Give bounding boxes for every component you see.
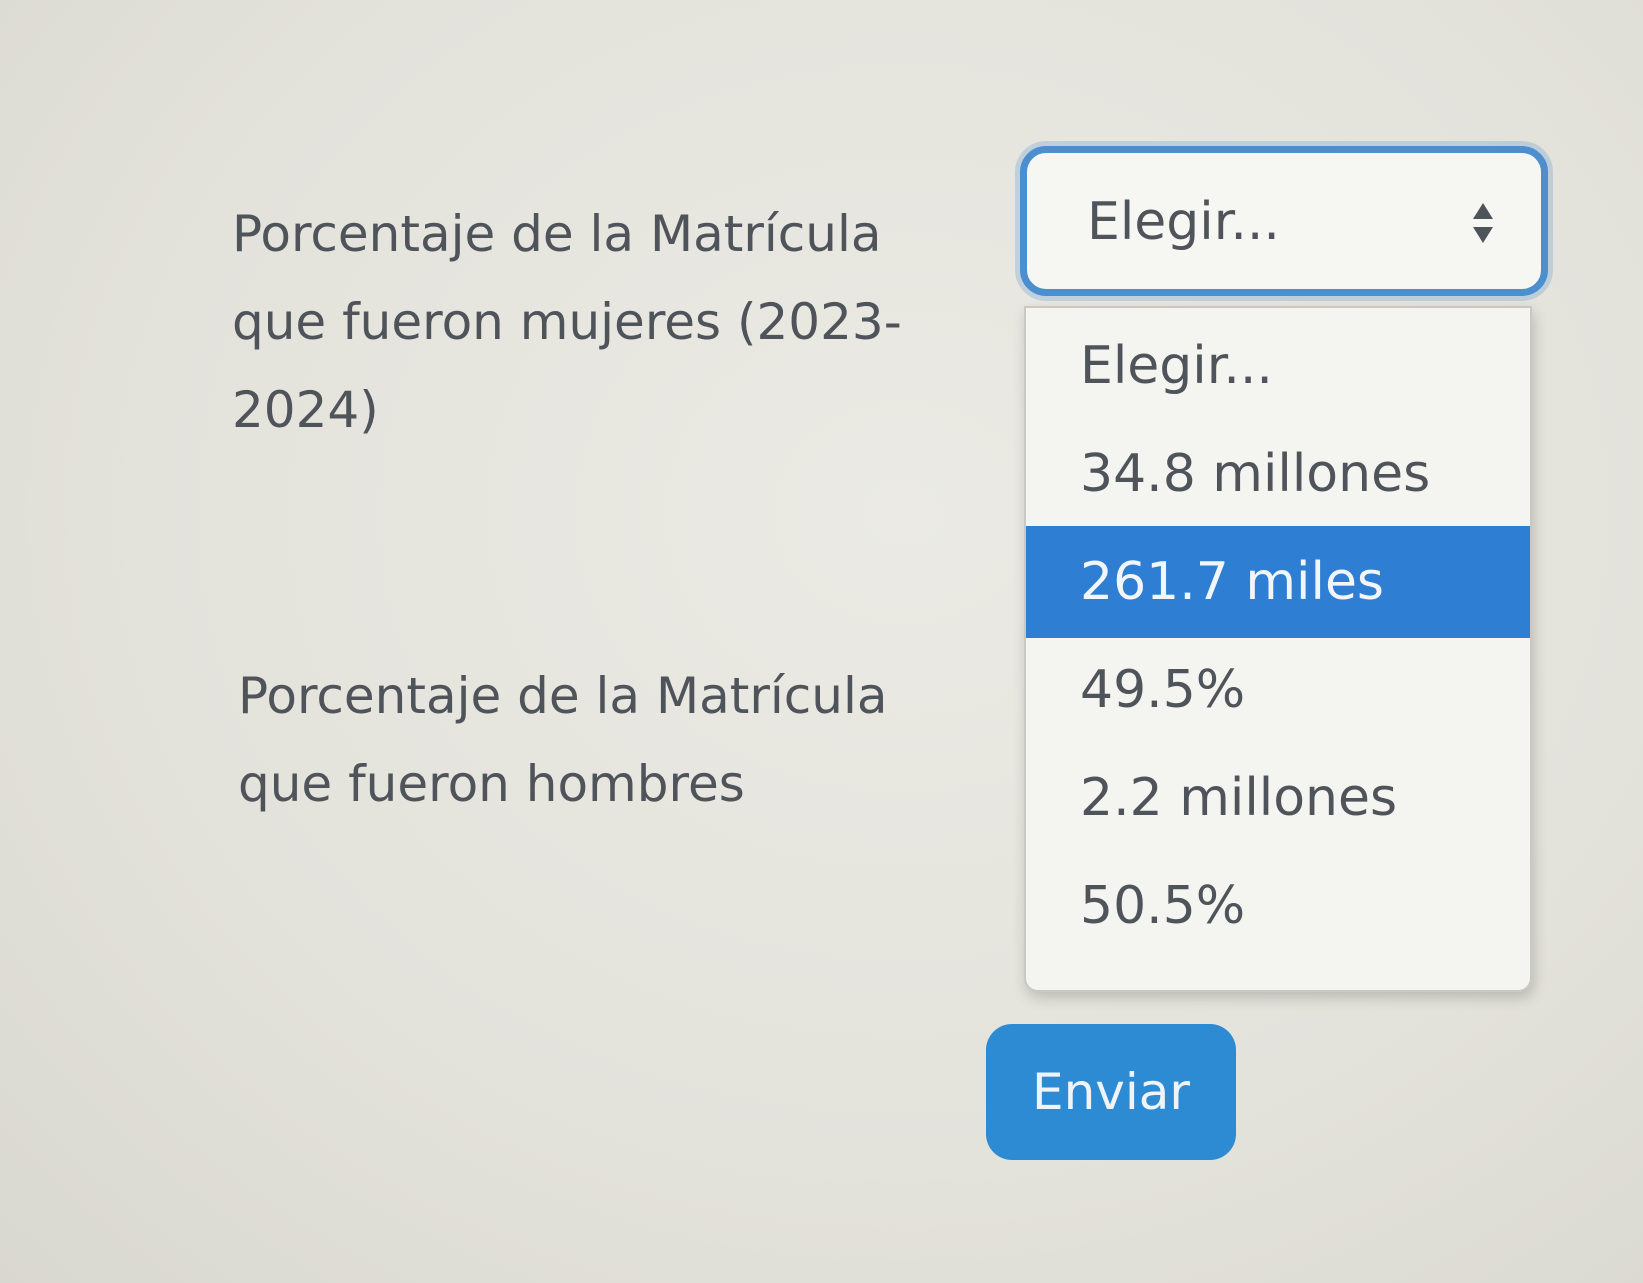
answer-select-women[interactable]: Elegir... [1020, 146, 1548, 296]
page: Porcentaje de la Matrícula que fueron mu… [0, 0, 1643, 1283]
question-label-women: Porcentaje de la Matrícula que fueron mu… [232, 205, 902, 439]
select-option[interactable]: 2.2 millones [1026, 742, 1530, 854]
select-dropdown-list: Elegir... 34.8 millones 261.7 miles 49.5… [1024, 306, 1532, 992]
question-label-men: Porcentaje de la Matrícula que fueron ho… [238, 667, 888, 813]
select-option-highlighted[interactable]: 261.7 miles [1026, 526, 1530, 638]
select-option[interactable]: 34.8 millones [1026, 418, 1530, 530]
select-option[interactable]: 50.5% [1026, 850, 1530, 962]
select-option[interactable]: 49.5% [1026, 634, 1530, 746]
select-option[interactable]: Elegir... [1026, 310, 1530, 422]
updown-caret-icon [1473, 203, 1493, 243]
submit-button[interactable]: Enviar [986, 1024, 1236, 1160]
select-current-value: Elegir... [1087, 192, 1280, 252]
